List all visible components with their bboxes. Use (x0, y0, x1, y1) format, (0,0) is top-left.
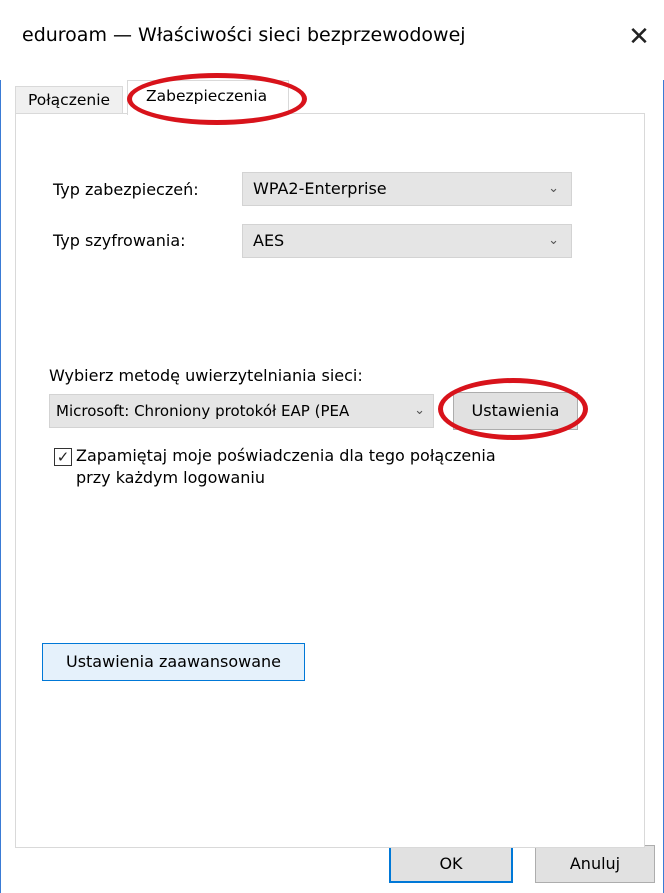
auth-method-value: Microsoft: Chroniony protokół EAP (PEA (56, 402, 350, 420)
chevron-down-icon: ⌄ (548, 181, 559, 196)
window-title: eduroam — Właściwości sieci bezprzewodow… (22, 24, 466, 46)
security-type-label: Typ zabezpieczeń: (53, 180, 199, 199)
auth-method-label: Wybierz metodę uwierzytelniania sieci: (49, 366, 363, 385)
title-bar: eduroam — Właściwości sieci bezprzewodow… (0, 0, 664, 80)
encryption-type-label: Typ szyfrowania: (53, 231, 186, 250)
auth-settings-button[interactable]: Ustawienia (453, 392, 578, 430)
chevron-down-icon: ⌄ (410, 395, 425, 427)
tab-panel-security: Typ zabezpieczeń: WPA2-Enterprise ⌄ Typ … (15, 113, 645, 848)
properties-dialog: eduroam — Właściwości sieci bezprzewodow… (0, 0, 664, 893)
close-icon[interactable]: ✕ (614, 14, 664, 60)
chevron-down-icon: ⌄ (548, 233, 559, 248)
security-type-select[interactable]: WPA2-Enterprise ⌄ (242, 172, 572, 206)
remember-credentials-label-line2: przy każdym logowaniu (76, 468, 265, 487)
cancel-button[interactable]: Anuluj (535, 845, 655, 883)
security-type-value: WPA2-Enterprise (253, 179, 387, 198)
remember-credentials-checkbox[interactable]: ✓ (54, 448, 72, 466)
encryption-type-value: AES (253, 231, 285, 250)
advanced-settings-button[interactable]: Ustawienia zaawansowane (42, 643, 305, 681)
auth-method-select[interactable]: Microsoft: Chroniony protokół EAP (PEA ⌄ (49, 394, 434, 428)
tab-strip: Połączenie Zabezpieczenia (15, 80, 645, 115)
tab-connection[interactable]: Połączenie (15, 86, 123, 113)
remember-credentials-label-line1: Zapamiętaj moje poświadczenia dla tego p… (76, 446, 496, 465)
tab-security[interactable]: Zabezpieczenia (127, 80, 289, 115)
window-border (0, 0, 1, 893)
encryption-type-select[interactable]: AES ⌄ (242, 224, 572, 258)
ok-button[interactable]: OK (389, 845, 513, 883)
